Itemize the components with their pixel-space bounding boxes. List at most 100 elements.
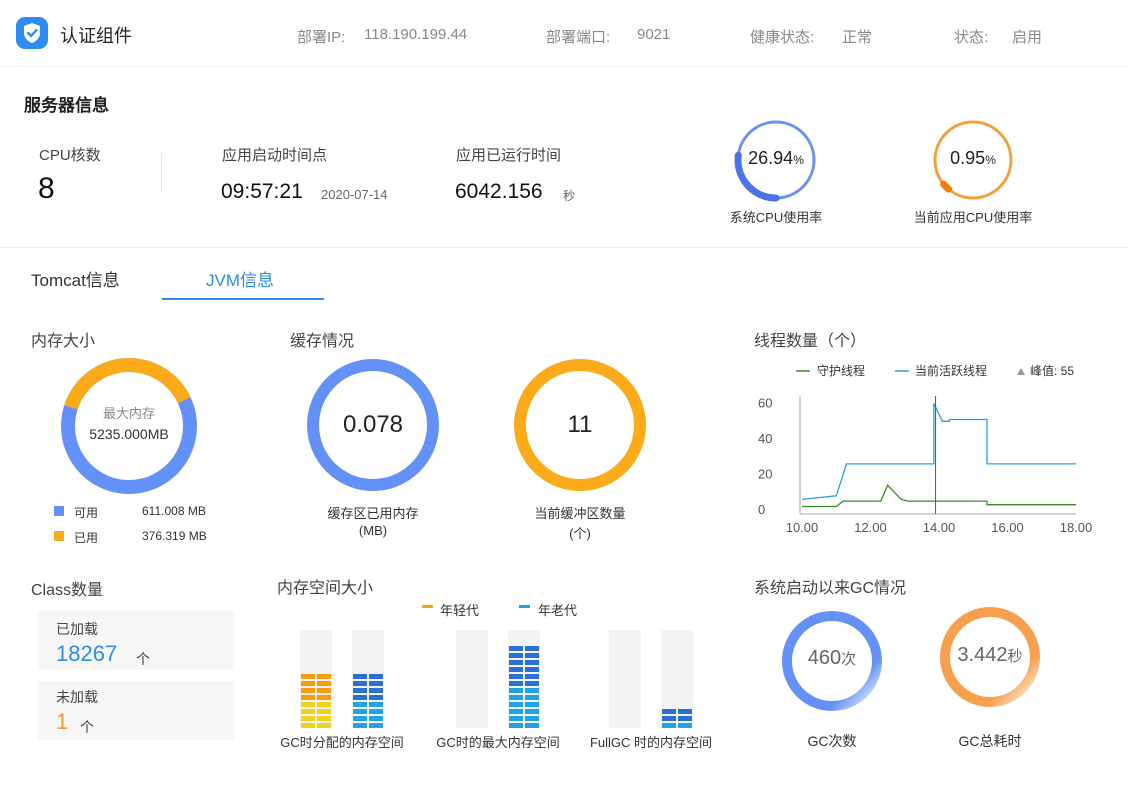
health-status-label: 健康状态: xyxy=(750,29,815,46)
old-gen-legend-label: 年老代 xyxy=(538,603,578,618)
uptime-unit: 秒 xyxy=(563,189,576,203)
old-gen-bar-segment xyxy=(369,674,383,679)
old-gen-bar-segment xyxy=(525,667,539,672)
deploy-ip-value: 118.190.199.44 xyxy=(364,26,468,43)
status-label: 状态: xyxy=(954,29,989,46)
tab-tomcat[interactable]: Tomcat信息 xyxy=(31,266,120,291)
y-tick-label: 60 xyxy=(758,396,772,411)
old-gen-bar-segment xyxy=(369,723,383,728)
max-memory-label: 最大内存 xyxy=(102,406,155,421)
tab-jvm[interactable]: JVM信息 xyxy=(206,266,274,291)
gc-count-value: 460次 xyxy=(807,647,857,669)
old-gen-bar-segment xyxy=(353,681,367,686)
unloaded-class-unit: 个 xyxy=(80,719,94,735)
old-gen-bar-segment xyxy=(678,716,692,721)
x-tick-label: 12.00 xyxy=(854,520,887,535)
old-gen-bar-segment xyxy=(662,723,676,728)
app-header: 认证组件 部署IP: 118.190.199.44 部署端口: 9021 健康状… xyxy=(0,0,1128,67)
cache-title: 缓存情况 xyxy=(290,333,355,350)
old-gen-bar-segment xyxy=(369,695,383,700)
uptime-value: 6042.156 xyxy=(455,180,543,203)
gc-title: 系统启动以来GC情况 xyxy=(754,580,907,597)
old-gen-bar-segment xyxy=(509,702,523,707)
daemon-legend-label: 守护线程 xyxy=(817,363,865,378)
uptime-label: 应用已运行时间 xyxy=(456,147,562,164)
old-gen-bar-segment xyxy=(509,681,523,686)
old-gen-bar-segment xyxy=(509,709,523,714)
young-gen-bar-segment xyxy=(317,688,331,693)
old-gen-bar-segment xyxy=(525,688,539,693)
young-gen-legend-swatch xyxy=(422,605,433,608)
old-gen-bar-segment xyxy=(662,716,676,721)
old-gen-bar-segment xyxy=(525,653,539,658)
system-cpu-label: 系统CPU使用率 xyxy=(729,210,823,225)
x-tick-label: 14.00 xyxy=(923,520,956,535)
young-gen-bar-segment xyxy=(317,723,331,728)
active-tab-indicator xyxy=(162,298,324,300)
x-tick-label: 18.00 xyxy=(1060,520,1093,535)
max-memory-value: 5235.000MB xyxy=(89,426,169,442)
deploy-port-value: 9021 xyxy=(637,26,671,43)
server-info-title: 服务器信息 xyxy=(24,96,109,115)
old-gen-bar-segment xyxy=(662,709,676,714)
loaded-class-label: 已加载 xyxy=(56,621,98,637)
start-time-value: 09:57:21 xyxy=(221,180,303,203)
old-gen-bar-segment xyxy=(678,723,692,728)
old-gen-bar-segment xyxy=(525,660,539,665)
mem-space-group-label: GC时的最大内存空间 xyxy=(436,735,560,750)
old-gen-bar-segment xyxy=(369,702,383,707)
available-legend-value: 611.008 MB xyxy=(142,504,206,518)
young-gen-track xyxy=(456,630,488,728)
divider xyxy=(161,153,162,193)
young-gen-bar-segment xyxy=(301,674,315,679)
loaded-class-value: 18267 xyxy=(56,641,118,666)
section-divider xyxy=(0,247,1128,248)
young-gen-bar-segment xyxy=(301,681,315,686)
system-cpu-value: 26.94% xyxy=(748,148,804,168)
app-name: 认证组件 xyxy=(60,26,132,46)
buffer-count-label: 当前缓冲区数量 xyxy=(534,506,626,521)
deploy-port-label: 部署端口: xyxy=(546,29,611,46)
old-gen-bar-segment xyxy=(525,674,539,679)
old-gen-bar-segment xyxy=(369,688,383,693)
young-gen-bar-segment xyxy=(317,695,331,700)
old-gen-bar-segment xyxy=(509,646,523,651)
available-legend-swatch xyxy=(54,506,64,516)
active-legend-label: 当前活跃线程 xyxy=(915,363,987,378)
old-gen-bar-segment xyxy=(369,716,383,721)
old-gen-bar-segment xyxy=(353,695,367,700)
young-gen-bar-segment xyxy=(301,688,315,693)
threads-title: 线程数量（个） xyxy=(754,333,867,350)
start-time-label: 应用启动时间点 xyxy=(222,147,328,164)
mem-space-group-label: FullGC 时的内存空间 xyxy=(590,735,712,750)
old-gen-bar-segment xyxy=(369,681,383,686)
old-gen-bar-segment xyxy=(509,688,523,693)
class-title: Class数量 xyxy=(31,582,104,599)
old-gen-bar-segment xyxy=(353,688,367,693)
old-gen-bar-segment xyxy=(678,709,692,714)
old-gen-bar-segment xyxy=(525,709,539,714)
old-gen-bar-segment xyxy=(525,681,539,686)
cache-used-label: 缓存区已用内存 xyxy=(327,506,419,521)
app-cpu-label: 当前应用CPU使用率 xyxy=(913,210,1033,225)
peak-legend-label: 峰值: 55 xyxy=(1030,363,1074,378)
cache-used-unit: (MB) xyxy=(358,523,388,538)
old-gen-bar-segment xyxy=(525,646,539,651)
old-gen-bar-segment xyxy=(353,702,367,707)
old-gen-bar-segment xyxy=(353,709,367,714)
young-gen-track xyxy=(609,630,641,728)
gc-count-label: GC次数 xyxy=(807,733,857,749)
start-date-value: 2020-07-14 xyxy=(321,187,388,202)
young-gen-bar-segment xyxy=(317,681,331,686)
cpu-cores-label: CPU核数 xyxy=(39,147,101,164)
young-gen-bar-segment xyxy=(301,709,315,714)
used-legend-label: 已用 xyxy=(74,531,99,545)
young-gen-legend-label: 年轻代 xyxy=(440,603,480,618)
old-gen-bar-segment xyxy=(509,660,523,665)
memory-title: 内存大小 xyxy=(31,333,96,350)
cache-used-value: 0.078 xyxy=(342,411,404,438)
status-value: 启用 xyxy=(1012,29,1043,46)
unloaded-class-value: 1 xyxy=(56,709,69,734)
active-thread-line xyxy=(801,403,1076,501)
used-legend-value: 376.319 MB xyxy=(142,529,207,543)
